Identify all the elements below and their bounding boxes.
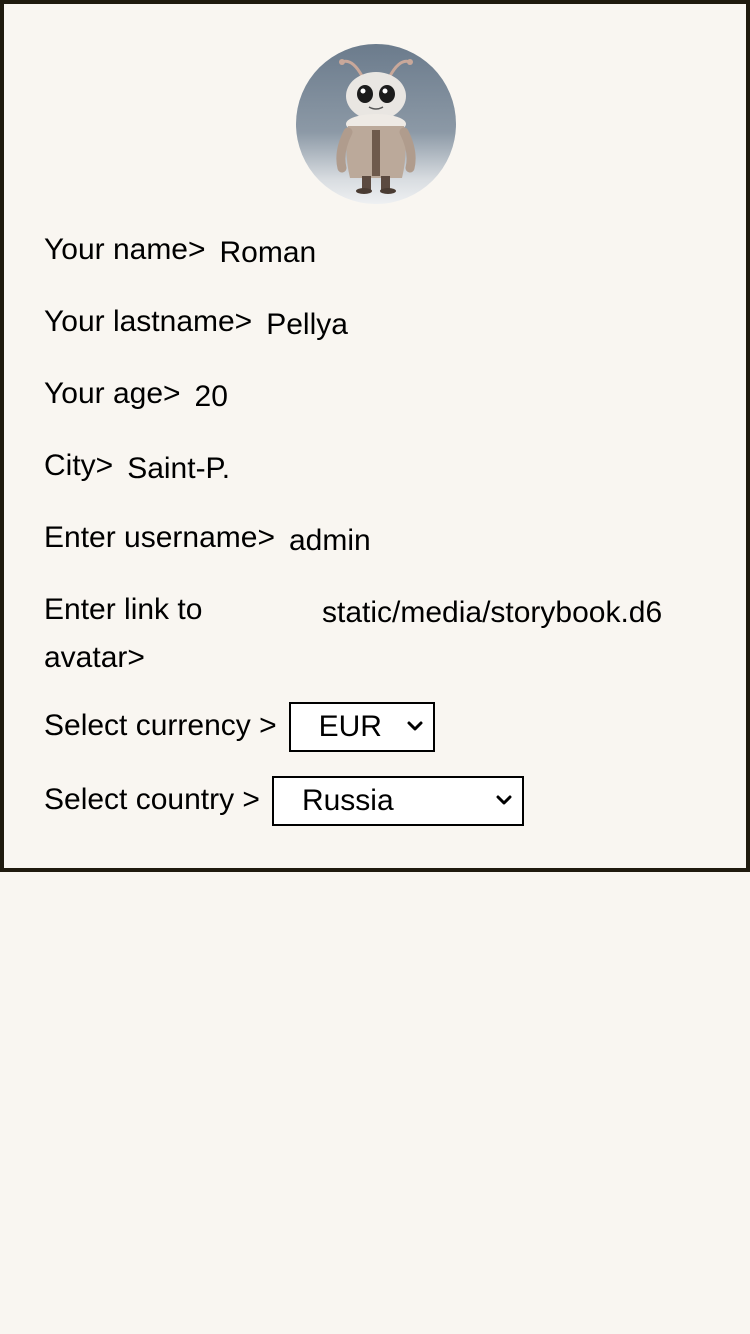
chevron-down-icon [407,721,423,731]
city-row: City> Saint-P. [44,442,230,493]
name-label: Your name> [44,233,206,266]
country-label: Select country > [44,783,260,816]
avatar-image [296,44,456,204]
country-row: Select country > Russia [44,776,524,826]
lastname-label: Your lastname> [44,305,253,338]
profile-card: Your name> Roman Your lastname> Pellya Y… [0,0,750,872]
name-input[interactable]: Roman [220,229,317,277]
city-label: City> [44,449,114,482]
country-selected-value: Russia [301,784,394,817]
username-label: Enter username> [44,521,275,554]
username-input[interactable]: admin [289,517,371,565]
age-row: Your age> 20 [44,370,228,421]
lastname-row: Your lastname> Pellya [44,298,348,349]
username-row: Enter username> admin [44,514,371,565]
avatar-link-row: Enter link to avatar> static/media/story… [44,586,702,682]
country-select[interactable]: Russia [271,776,524,826]
currency-select[interactable]: EUR [288,702,435,752]
name-row: Your name> Roman [44,226,316,277]
creature-icon [336,59,416,194]
city-input[interactable]: Saint-P. [127,445,230,493]
lastname-input[interactable]: Pellya [266,301,348,349]
avatar-link-label: Enter link to avatar> [44,593,203,674]
currency-label: Select currency > [44,709,277,742]
chevron-down-icon [496,795,512,805]
currency-selected-value: EUR [318,710,382,743]
age-label: Your age> [44,377,181,410]
avatar-link-input[interactable]: static/media/storybook.d6 [322,589,702,637]
age-input[interactable]: 20 [195,373,228,421]
currency-row: Select currency > EUR [44,702,435,752]
